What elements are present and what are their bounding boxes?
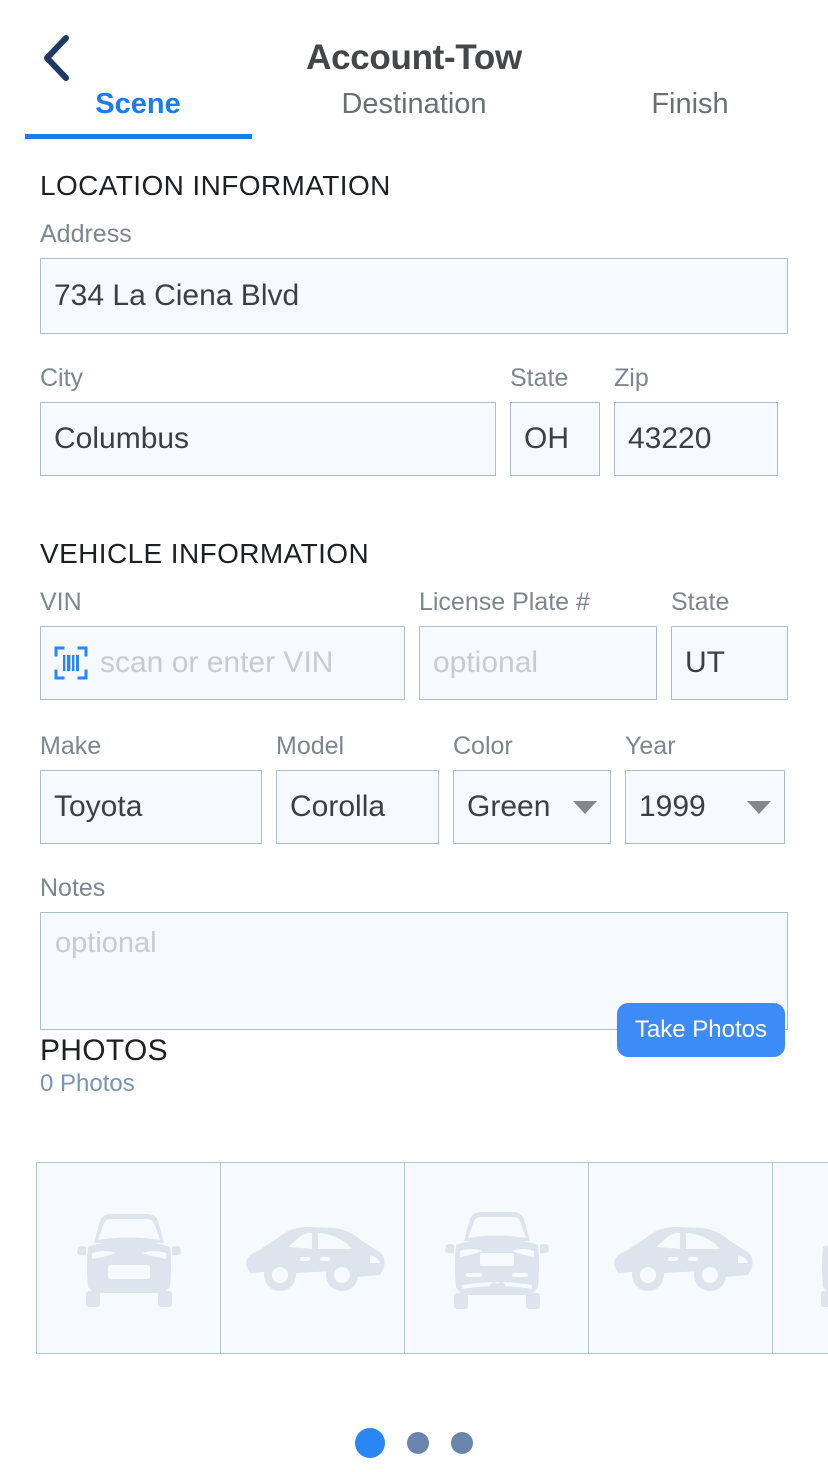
vehicle-state-label: State — [670, 588, 730, 616]
page-dot-2[interactable] — [407, 1432, 429, 1454]
tab-scene[interactable]: Scene — [0, 88, 276, 139]
photo-placeholder-side[interactable] — [220, 1162, 404, 1354]
address-label: Address — [40, 220, 132, 248]
page-indicator — [0, 1428, 828, 1458]
license-plate-label: License Plate # — [418, 588, 590, 616]
state-input[interactable]: OH — [510, 402, 600, 476]
car-side-icon — [238, 1213, 388, 1303]
vin-label: VIN — [40, 588, 82, 616]
year-value: 1999 — [639, 790, 706, 823]
state-label: State — [510, 364, 569, 392]
model-field-group: Model Corolla — [276, 732, 439, 844]
address-value: 734 La Ciena Blvd — [54, 279, 300, 312]
make-field-group: Make Toyota — [40, 732, 262, 844]
photos-count: 0 Photos — [40, 1070, 135, 1097]
car-rear-icon — [432, 1203, 562, 1313]
vin-plate-state-row: VIN scan or enter VIN License Plate # op… — [40, 588, 788, 700]
city-state-zip-row: City Columbus State OH Zip 43220 — [40, 364, 788, 476]
tab-bar: Scene Destination Finish — [0, 88, 828, 139]
year-field-group: Year 1999 — [625, 732, 785, 844]
car-side-icon — [606, 1213, 756, 1303]
page-title: Account-Tow — [306, 38, 522, 77]
vehicle-state-input[interactable]: UT — [670, 626, 788, 700]
city-value: Columbus — [54, 422, 190, 455]
year-label: Year — [625, 732, 676, 760]
vin-input[interactable]: scan or enter VIN — [40, 626, 405, 700]
color-label: Color — [453, 732, 513, 760]
license-plate-input[interactable]: optional — [418, 626, 657, 700]
license-plate-field-group: License Plate # optional — [418, 588, 657, 700]
tab-finish[interactable]: Finish — [552, 88, 828, 139]
vin-placeholder: scan or enter VIN — [100, 646, 334, 679]
city-label: City — [40, 364, 84, 392]
photo-placeholder-front[interactable] — [36, 1162, 220, 1354]
page-dot-3[interactable] — [451, 1432, 473, 1454]
zip-label: Zip — [614, 364, 649, 392]
state-value: OH — [524, 422, 569, 455]
photo-placeholder-front-2[interactable] — [772, 1162, 828, 1354]
make-input[interactable]: Toyota — [40, 770, 262, 844]
license-plate-placeholder: optional — [432, 646, 539, 679]
notes-label: Notes — [40, 874, 106, 902]
barcode-scan-icon[interactable] — [54, 646, 88, 680]
zip-input[interactable]: 43220 — [614, 402, 778, 476]
form-content: LOCATION INFORMATION Address 734 La Cien… — [0, 170, 828, 1110]
car-front-icon — [799, 1203, 828, 1313]
page-dot-1[interactable] — [355, 1428, 385, 1458]
color-select[interactable]: Green — [453, 770, 611, 844]
vehicle-section-title: VEHICLE INFORMATION — [40, 538, 370, 569]
zip-value: 43220 — [628, 422, 712, 455]
address-input[interactable]: 734 La Ciena Blvd — [40, 258, 788, 334]
address-field-group: Address 734 La Ciena Blvd — [40, 220, 788, 334]
model-input[interactable]: Corolla — [276, 770, 439, 844]
chevron-down-icon — [747, 800, 771, 814]
app-header: Account-Tow Scene Destination Finish — [0, 0, 828, 140]
vehicle-state-field-group: State UT — [670, 588, 788, 700]
vehicle-state-value: UT — [684, 646, 725, 679]
photo-thumbnail-strip[interactable] — [36, 1162, 828, 1354]
tab-destination[interactable]: Destination — [276, 88, 552, 139]
color-field-group: Color Green — [453, 732, 611, 844]
city-input[interactable]: Columbus — [40, 402, 496, 476]
make-value: Toyota — [54, 790, 143, 823]
color-value: Green — [467, 790, 551, 823]
make-label: Make — [40, 732, 102, 760]
notes-placeholder: optional — [55, 927, 157, 959]
model-value: Corolla — [290, 790, 386, 823]
model-label: Model — [276, 732, 345, 760]
photo-placeholder-side-2[interactable] — [588, 1162, 772, 1354]
tow-scene-screen: Account-Tow Scene Destination Finish LOC… — [0, 0, 828, 1472]
zip-field-group: Zip 43220 — [614, 364, 778, 476]
car-front-icon — [64, 1203, 194, 1313]
take-photos-button[interactable]: Take Photos — [616, 1003, 785, 1057]
photo-placeholder-rear[interactable] — [404, 1162, 588, 1354]
location-section-title: LOCATION INFORMATION — [40, 170, 391, 201]
vin-field-group: VIN scan or enter VIN — [40, 588, 405, 700]
year-select[interactable]: 1999 — [625, 770, 785, 844]
city-field-group: City Columbus — [40, 364, 496, 476]
photos-header: PHOTOS 0 Photos Take Photos — [40, 1003, 788, 1110]
chevron-down-icon — [573, 800, 597, 814]
state-field-group: State OH — [510, 364, 600, 476]
make-model-color-year-row: Make Toyota Model Corolla Color Green Ye… — [40, 732, 788, 844]
